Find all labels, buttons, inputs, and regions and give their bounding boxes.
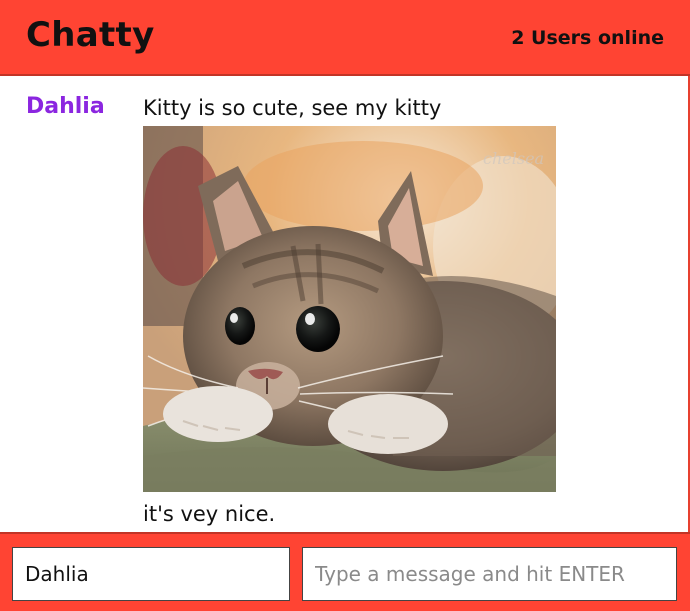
- username-input[interactable]: [12, 547, 290, 601]
- navbar: Chatty 2 Users online: [0, 0, 690, 76]
- svg-text:chelsea: chelsea: [483, 149, 544, 168]
- app-title[interactable]: Chatty: [26, 15, 155, 55]
- chat-app: Chatty 2 Users online Dahlia Kitty is so…: [0, 0, 690, 611]
- message-username: Dahlia: [26, 94, 105, 119]
- message-text: Kitty is so cute, see my kitty: [143, 96, 442, 120]
- message-input[interactable]: [302, 547, 677, 601]
- kitten-image: chelsea: [143, 126, 556, 492]
- message-text: it's vey nice.: [143, 502, 276, 526]
- online-users-count: 2 Users online: [511, 27, 664, 49]
- chatbar: [0, 532, 690, 611]
- message-list[interactable]: Dahlia Kitty is so cute, see my kitty ch…: [0, 76, 688, 532]
- message-content: Kitty is so cute, see my kitty chelsea i…: [143, 94, 663, 528]
